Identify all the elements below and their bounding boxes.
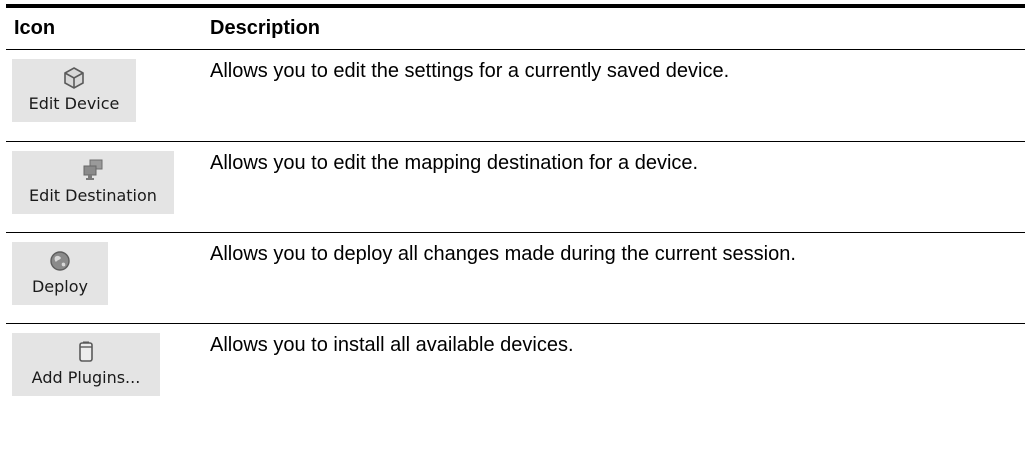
table-header-row: Icon Description	[6, 8, 1025, 50]
device-icon	[73, 339, 99, 365]
table-row: Add Plugins... Allows you to install all…	[6, 324, 1025, 419]
edit-device-label: Edit Device	[28, 94, 120, 113]
edit-device-button[interactable]: Edit Device	[12, 59, 136, 122]
edit-destination-button[interactable]: Edit Destination	[12, 151, 174, 214]
globe-icon	[47, 248, 73, 274]
add-plugins-button[interactable]: Add Plugins...	[12, 333, 160, 396]
table-row: Deploy Allows you to deploy all changes …	[6, 233, 1025, 324]
edit-destination-description: Allows you to edit the mapping destinati…	[210, 152, 699, 174]
deploy-description: Allows you to deploy all changes made du…	[210, 243, 796, 265]
table-row: Edit Device Allows you to edit the setti…	[6, 50, 1025, 142]
add-plugins-description: Allows you to install all available devi…	[210, 334, 574, 356]
icon-description-table: Icon Description Edit Device Allows you …	[6, 4, 1025, 419]
cube-icon	[61, 65, 87, 91]
add-plugins-label: Add Plugins...	[31, 368, 141, 387]
description-column-header: Description	[210, 17, 321, 39]
edit-device-description: Allows you to edit the settings for a cu…	[210, 60, 730, 82]
computers-icon	[80, 157, 106, 183]
table-row: Edit Destination Allows you to edit the …	[6, 142, 1025, 233]
edit-destination-label: Edit Destination	[29, 186, 157, 205]
deploy-button[interactable]: Deploy	[12, 242, 108, 305]
deploy-label: Deploy	[31, 277, 89, 296]
icon-column-header: Icon	[14, 17, 56, 39]
